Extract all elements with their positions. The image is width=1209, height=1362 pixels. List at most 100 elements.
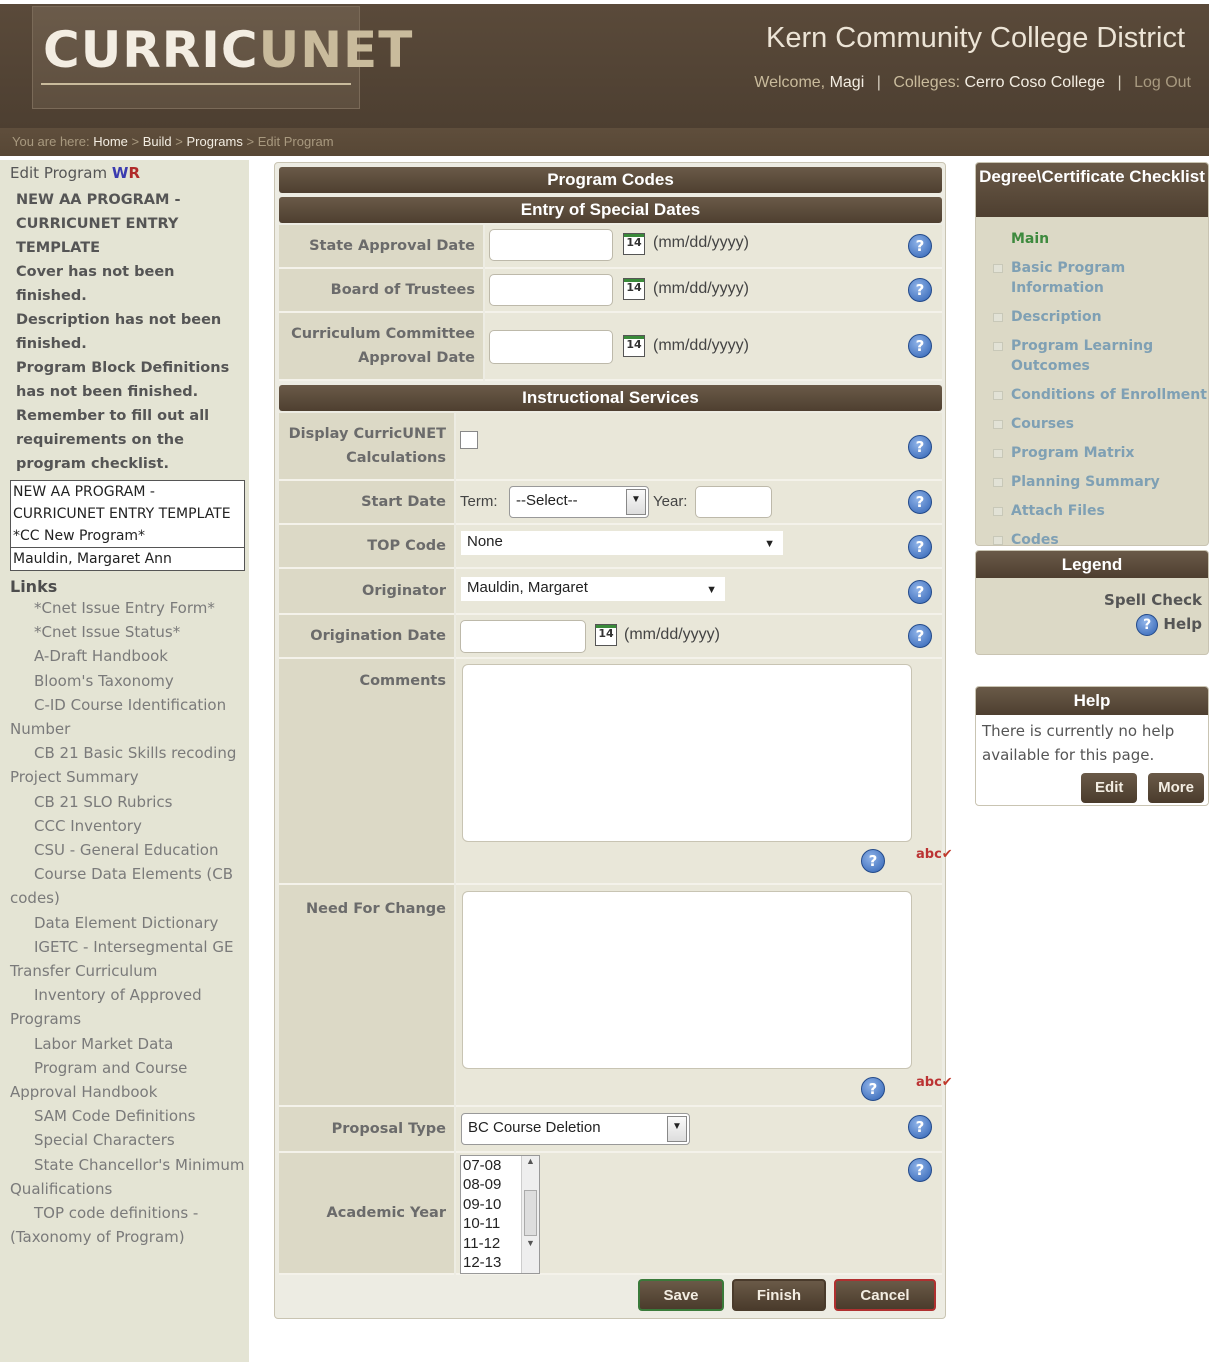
scroll-up-icon[interactable]: ▲ (522, 1156, 539, 1166)
wr-icon-r: R (128, 164, 140, 182)
help-icon[interactable]: ? (908, 535, 932, 559)
term-select-value: --Select-- (516, 492, 578, 509)
board-trustees-label: Board of Trustees (279, 269, 483, 313)
row-board-trustees: Board of Trustees 14 (mm/dd/yyyy) ? (279, 269, 942, 313)
sidebar-link[interactable]: C-ID Course Identification Number (0, 693, 249, 741)
originator-select[interactable]: Mauldin, Margaret ▼ (461, 577, 725, 601)
comments-textarea[interactable] (462, 664, 912, 842)
sidebar-link[interactable]: SAM Code Definitions (0, 1104, 249, 1128)
checklist-item[interactable]: Description (976, 307, 1208, 327)
help-icon[interactable]: ? (908, 624, 932, 648)
state-approval-label: State Approval Date (279, 225, 483, 269)
proposal-type-select[interactable]: BC Course Deletion ▼ (461, 1113, 690, 1145)
colleges-label: Colleges: (893, 74, 961, 91)
calendar-icon[interactable]: 14 (623, 278, 645, 300)
need-for-change-textarea[interactable] (462, 891, 912, 1069)
calendar-icon[interactable]: 14 (623, 335, 645, 357)
legend-help: ? Help (976, 612, 1202, 636)
sidebar-link[interactable]: *Cnet Issue Status* (0, 620, 249, 644)
listbox-scrollbar[interactable]: ▲ ▼ (521, 1156, 539, 1273)
wr-icon[interactable]: WR (112, 164, 140, 182)
curricunet-logo[interactable]: CURRICUNET (32, 6, 412, 109)
finish-button[interactable]: Finish (732, 1279, 826, 1311)
help-icon[interactable]: ? (908, 1115, 932, 1139)
academic-year-listbox[interactable]: 07-08 08-09 09-10 10-11 11-12 12-13 ▲ ▼ (460, 1155, 540, 1274)
breadcrumb: You are here: Home > Build > Programs > … (0, 128, 1209, 156)
sidebar-link[interactable]: Special Characters (0, 1128, 249, 1152)
sidebar-link[interactable]: CSU - General Education (0, 838, 249, 862)
sidebar-link[interactable]: *Cnet Issue Entry Form* (0, 596, 249, 620)
scroll-down-icon[interactable]: ▼ (522, 1238, 539, 1248)
help-icon[interactable]: ? (908, 234, 932, 258)
help-icon[interactable]: ? (908, 334, 932, 358)
program-info-box: NEW AA PROGRAM - CURRICUNET ENTRY TEMPLA… (10, 480, 245, 571)
help-icon[interactable]: ? (908, 435, 932, 459)
checklist-item[interactable]: Planning Summary (976, 472, 1208, 492)
sidebar-link[interactable]: CB 21 Basic Skills recoding Project Summ… (0, 741, 249, 789)
calendar-icon[interactable]: 14 (595, 624, 617, 646)
checklist-item[interactable]: Attach Files (976, 501, 1208, 521)
breadcrumb-build[interactable]: Build (143, 134, 172, 149)
sidebar-link[interactable]: CB 21 SLO Rubrics (0, 790, 249, 814)
help-more-button[interactable]: More (1148, 773, 1204, 803)
checklist-item[interactable]: Courses (976, 414, 1208, 434)
sidebar-link[interactable]: CCC Inventory (0, 814, 249, 838)
save-button[interactable]: Save (638, 1279, 724, 1311)
help-icon[interactable]: ? (908, 580, 932, 604)
state-approval-input[interactable] (489, 229, 613, 261)
logout-link[interactable]: Log Out (1134, 74, 1191, 91)
sidebar-link[interactable]: Program and Course Approval Handbook (0, 1056, 249, 1104)
term-label: Term: (460, 493, 498, 510)
chevron-down-icon: ▼ (764, 538, 775, 550)
warning-item: Description has not been finished. (16, 312, 222, 352)
checklist-main[interactable]: Main (976, 229, 1208, 249)
year-input[interactable] (695, 486, 772, 518)
help-icon: ? (1136, 613, 1159, 636)
sidebar-link[interactable]: Course Data Elements (CB codes) (0, 862, 249, 910)
checklist-item[interactable]: Program Matrix (976, 443, 1208, 463)
spell-check-icon[interactable]: abc✔ (916, 1075, 953, 1090)
sidebar-link[interactable]: Bloom's Taxonomy (0, 669, 249, 693)
help-icon[interactable]: ? (908, 490, 932, 514)
cancel-button[interactable]: Cancel (834, 1279, 936, 1311)
top-code-select[interactable]: None ▼ (461, 531, 783, 555)
checklist-item[interactable]: Conditions of Enrollment (976, 385, 1208, 405)
checklist-item[interactable]: Basic Program Information (976, 258, 1208, 298)
origination-date-input[interactable] (460, 620, 586, 653)
term-select[interactable]: --Select-- ▼ (509, 486, 649, 518)
section-program-codes: Program Codes (279, 167, 942, 193)
checklist-item[interactable]: Codes (976, 530, 1208, 550)
curriculum-committee-field: 14 (mm/dd/yyyy) ? (485, 313, 942, 381)
college-name[interactable]: Cerro Coso College (964, 74, 1105, 91)
board-trustees-input[interactable] (489, 274, 613, 306)
calendar-icon[interactable]: 14 (623, 233, 645, 255)
wr-icon-w: W (111, 164, 129, 182)
display-calc-checkbox[interactable] (460, 431, 478, 449)
legend-panel: Legend Spell Check ? Help (975, 550, 1209, 655)
sidebar-link[interactable]: TOP code definitions -(Taxonomy of Progr… (0, 1201, 249, 1249)
help-actions: Edit More (976, 771, 1208, 803)
spell-check-icon[interactable]: abc✔ (916, 847, 953, 862)
sidebar-link[interactable]: State Chancellor's Minimum Qualification… (0, 1153, 249, 1201)
sidebar-link[interactable]: Labor Market Data (0, 1032, 249, 1056)
originator-select-value: Mauldin, Margaret (467, 579, 588, 596)
row-curriculum-committee: Curriculum Committee Approval Date 14 (m… (279, 313, 942, 381)
sidebar-link[interactable]: A-Draft Handbook (0, 644, 249, 668)
checklist-item[interactable]: Program Learning Outcomes (976, 336, 1208, 376)
sidebar-link[interactable]: Inventory of Approved Programs (0, 983, 249, 1031)
sidebar-link[interactable]: IGETC - Intersegmental GE Transfer Curri… (0, 935, 249, 983)
user-name[interactable]: Magi (830, 74, 865, 91)
help-icon[interactable]: ? (861, 849, 885, 873)
help-icon[interactable]: ? (908, 1158, 932, 1182)
help-icon[interactable]: ? (908, 278, 932, 302)
breadcrumb-programs[interactable]: Programs (187, 134, 243, 149)
date-format-hint: (mm/dd/yyyy) (653, 234, 749, 251)
help-edit-button[interactable]: Edit (1081, 773, 1138, 803)
scroll-thumb[interactable] (524, 1190, 537, 1236)
sidebar-link[interactable]: Data Element Dictionary (0, 911, 249, 935)
help-title: Help (976, 687, 1208, 715)
help-icon[interactable]: ? (861, 1077, 885, 1101)
links-heading: Links (10, 577, 58, 596)
curriculum-committee-input[interactable] (489, 330, 613, 364)
breadcrumb-home[interactable]: Home (93, 134, 128, 149)
